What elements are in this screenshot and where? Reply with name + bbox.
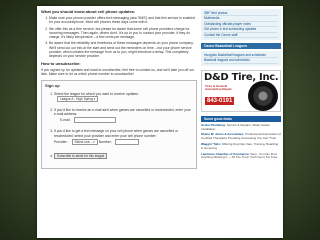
tire-ad-banner[interactable]: D&D Tire, Inc. Tires & General Automotiv… [201, 69, 281, 112]
updates-heading: What you should know about cell phone up… [41, 9, 136, 14]
provider-select[interactable]: Select one... ▾ [71, 139, 98, 146]
deals-list: Action Plumbing: Service & Repairs. Wate… [201, 123, 281, 161]
photo-backdrop: What you should know about cell phone up… [0, 0, 320, 240]
deal-item[interactable]: Shane M. Jones & Associates: Professiona… [201, 133, 281, 141]
email-row: E-mail: [60, 117, 193, 124]
provider-row: Provider: Select one... ▾ Number: [54, 139, 193, 146]
leagues-header: Ozone Basketball Leagues [201, 43, 281, 50]
ad-phone: 843-0191 [205, 96, 235, 105]
unsubscribe-heading: How to unsubscribe: [41, 60, 81, 66]
email-prompt: If you'd like to receive an e-mail alert… [54, 107, 191, 117]
leagues-links: Incognito Basketball leagues and schedul… [201, 51, 281, 66]
tire-icon [248, 80, 278, 111]
signup-steps: Select the league for which you want to … [45, 92, 193, 160]
league-link[interactable]: Baseball leagues and schedules [204, 58, 278, 64]
sidebar: SBF field photos Multimedia Outstanding … [201, 9, 281, 235]
signup-step-phone: If you'd like to get a text message on y… [54, 129, 193, 146]
unsubscribe-text: If you signed up for updates and want to… [41, 67, 195, 76]
number-label: Number: [98, 139, 112, 144]
ad-subtitle: Tires & General Automotive Repair [205, 83, 232, 92]
league-select-value: League A - High Spring [60, 96, 93, 101]
main-content: What you should know about cell phone up… [41, 9, 197, 235]
web-page: What you should know about cell phone up… [37, 6, 283, 238]
phone-number-field[interactable] [114, 139, 139, 146]
deal-item[interactable]: Waggin' Tails: Offering Dog Day Care, Tr… [201, 142, 281, 151]
signup-label: Sign up [45, 83, 60, 89]
update-point: We offer this as a free service, but ple… [49, 27, 197, 40]
update-point: Be aware that the reliability and timeli… [49, 41, 197, 58]
league-select[interactable]: League A - High Spring ▾ [57, 95, 99, 102]
provider-select-value: Select one... [74, 140, 93, 145]
email-label: E-mail: [60, 118, 71, 123]
subscribe-button[interactable]: Subscribe to alerts for this league [54, 153, 108, 160]
email-field[interactable] [73, 117, 116, 124]
signup-form: Sign up Select the league for which you … [41, 80, 197, 170]
updates-list: Make sure your phone provider offers tex… [41, 16, 197, 59]
deals-header: Some good deals [201, 115, 281, 122]
deal-item[interactable]: Lawrence Chamber of Commerce: Sure, You … [201, 152, 281, 161]
sidebar-link[interactable]: Contact the Ozone staff [204, 33, 278, 39]
sidebar-links: SBF field photos Multimedia Outstanding … [201, 9, 281, 41]
signup-step-league: Select the league for which you want to … [54, 92, 193, 102]
provider-label: Provider: [54, 139, 68, 144]
signup-step-email: If you'd like to receive an e-mail alert… [54, 108, 193, 124]
signup-step-submit: Subscribe to alerts for this league [54, 151, 193, 160]
update-point: Make sure your phone provider offers tex… [49, 16, 197, 25]
deal-item[interactable]: Action Plumbing: Service & Repairs. Wate… [201, 123, 281, 132]
phone-prompt: If you'd like to get a text message on y… [54, 129, 179, 138]
